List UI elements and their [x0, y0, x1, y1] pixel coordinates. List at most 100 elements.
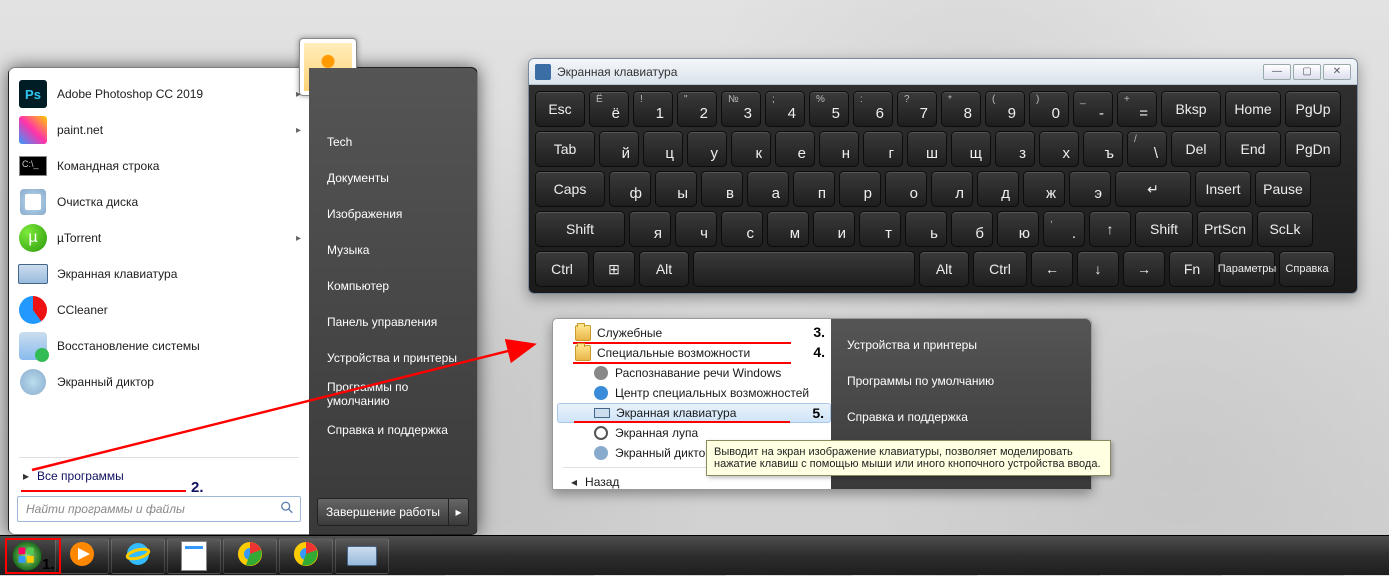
shutdown-button[interactable]: Завершение работы — [317, 498, 449, 526]
key-Insert[interactable]: Insert — [1195, 171, 1251, 207]
start-right-6[interactable]: Устройства и принтеры — [317, 340, 469, 376]
taskbar-item-ie[interactable] — [111, 538, 165, 574]
sm2-right-2[interactable]: Справка и поддержка — [839, 399, 1083, 435]
start-right-1[interactable]: Документы — [317, 160, 469, 196]
start-right-4[interactable]: Компьютер — [317, 268, 469, 304]
key-=[interactable]: += — [1117, 91, 1157, 127]
start-right-7[interactable]: Программы по умолчанию — [317, 376, 469, 412]
key-Bksp[interactable]: Bksp — [1161, 91, 1221, 127]
key-н[interactable]: н — [819, 131, 859, 167]
key-⊞[interactable]: ⊞ — [593, 251, 635, 287]
key-↵[interactable]: ↵ — [1115, 171, 1191, 207]
key-Shift[interactable]: Shift — [1135, 211, 1193, 247]
key-ь[interactable]: ь — [905, 211, 947, 247]
key-Pause[interactable]: Pause — [1255, 171, 1311, 207]
maximize-button[interactable]: ▢ — [1293, 64, 1321, 80]
sm2-right-1[interactable]: Программы по умолчанию — [839, 363, 1083, 399]
key-е[interactable]: е — [775, 131, 815, 167]
key-у[interactable]: у — [687, 131, 727, 167]
key-л[interactable]: л — [931, 171, 973, 207]
key-Esc[interactable]: Esc — [535, 91, 585, 127]
key-PrtScn[interactable]: PrtScn — [1197, 211, 1253, 247]
taskbar-item-chrome1[interactable] — [223, 538, 277, 574]
key-и[interactable]: и — [813, 211, 855, 247]
key-.[interactable]: ,. — [1043, 211, 1085, 247]
start-app-7[interactable]: Восстановление системы — [11, 328, 307, 364]
key-1[interactable]: !1 — [633, 91, 673, 127]
key-4[interactable]: ;4 — [765, 91, 805, 127]
key-й[interactable]: й — [599, 131, 639, 167]
taskbar-item-libre[interactable] — [167, 538, 221, 574]
key-\[interactable]: /\ — [1127, 131, 1167, 167]
key-ScLk[interactable]: ScLk — [1257, 211, 1313, 247]
program-item-4[interactable]: Экранная клавиатура5. — [557, 403, 831, 423]
key-↓[interactable]: ↓ — [1077, 251, 1119, 287]
start-app-1[interactable]: paint.net▸ — [11, 112, 307, 148]
key-ю[interactable]: ю — [997, 211, 1039, 247]
osk-titlebar[interactable]: Экранная клавиатура — ▢ ✕ — [529, 59, 1357, 85]
start-right-8[interactable]: Справка и поддержка — [317, 412, 469, 448]
start-app-0[interactable]: PsAdobe Photoshop CC 2019▸ — [11, 76, 307, 112]
key-г[interactable]: г — [863, 131, 903, 167]
start-app-4[interactable]: µµTorrent▸ — [11, 220, 307, 256]
key-Shift[interactable]: Shift — [535, 211, 625, 247]
key--[interactable]: _- — [1073, 91, 1113, 127]
key-Fn[interactable]: Fn — [1169, 251, 1215, 287]
key-э[interactable]: э — [1069, 171, 1111, 207]
key-5[interactable]: %5 — [809, 91, 849, 127]
key-а[interactable]: а — [747, 171, 789, 207]
key-2[interactable]: "2 — [677, 91, 717, 127]
key-7[interactable]: ?7 — [897, 91, 937, 127]
start-right-0[interactable]: Tech — [317, 124, 469, 160]
key-о[interactable]: о — [885, 171, 927, 207]
key-Home[interactable]: Home — [1225, 91, 1281, 127]
key-к[interactable]: к — [731, 131, 771, 167]
key-в[interactable]: в — [701, 171, 743, 207]
program-item-1[interactable]: Специальные возможности4. — [557, 343, 831, 363]
key-→[interactable]: → — [1123, 251, 1165, 287]
start-right-5[interactable]: Панель управления — [317, 304, 469, 340]
start-app-2[interactable]: C:\_Командная строка — [11, 148, 307, 184]
key-PgUp[interactable]: PgUp — [1285, 91, 1341, 127]
key-д[interactable]: д — [977, 171, 1019, 207]
start-app-8[interactable]: Экранный диктор — [11, 364, 307, 400]
key-ц[interactable]: ц — [643, 131, 683, 167]
key-Параметры[interactable]: Параметры — [1219, 251, 1275, 287]
key-ъ[interactable]: ъ — [1083, 131, 1123, 167]
key-ы[interactable]: ы — [655, 171, 697, 207]
key-Ctrl[interactable]: Ctrl — [973, 251, 1027, 287]
key-0[interactable]: )0 — [1029, 91, 1069, 127]
key-9[interactable]: (9 — [985, 91, 1025, 127]
shutdown-menu-button[interactable]: ▸ — [449, 498, 469, 526]
key-с[interactable]: с — [721, 211, 763, 247]
key-3[interactable]: №3 — [721, 91, 761, 127]
key-з[interactable]: з — [995, 131, 1035, 167]
start-app-6[interactable]: CCleaner — [11, 292, 307, 328]
key-8[interactable]: *8 — [941, 91, 981, 127]
key-Caps[interactable]: Caps — [535, 171, 605, 207]
key-↑[interactable]: ↑ — [1089, 211, 1131, 247]
start-app-5[interactable]: Экранная клавиатура — [11, 256, 307, 292]
key-Alt[interactable]: Alt — [919, 251, 969, 287]
taskbar-item-wmp[interactable] — [55, 538, 109, 574]
start-right-2[interactable]: Изображения — [317, 196, 469, 232]
key-PgDn[interactable]: PgDn — [1285, 131, 1341, 167]
key-ж[interactable]: ж — [1023, 171, 1065, 207]
start-app-3[interactable]: Очистка диска — [11, 184, 307, 220]
start-right-3[interactable]: Музыка — [317, 232, 469, 268]
key-End[interactable]: End — [1225, 131, 1281, 167]
all-programs-button[interactable]: ▸ Все программы 2. — [11, 462, 307, 490]
key-Справка[interactable]: Справка — [1279, 251, 1335, 287]
sm2-right-0[interactable]: Устройства и принтеры — [839, 327, 1083, 363]
key-х[interactable]: х — [1039, 131, 1079, 167]
program-item-0[interactable]: Служебные3. — [557, 323, 831, 343]
close-button[interactable]: ✕ — [1323, 64, 1351, 80]
search-input[interactable]: Найти программы и файлы — [17, 496, 301, 522]
key-6[interactable]: :6 — [853, 91, 893, 127]
key-п[interactable]: п — [793, 171, 835, 207]
minimize-button[interactable]: — — [1263, 64, 1291, 80]
key-я[interactable]: я — [629, 211, 671, 247]
key-ё[interactable]: Ёё — [589, 91, 629, 127]
key-б[interactable]: б — [951, 211, 993, 247]
key-Alt[interactable]: Alt — [639, 251, 689, 287]
